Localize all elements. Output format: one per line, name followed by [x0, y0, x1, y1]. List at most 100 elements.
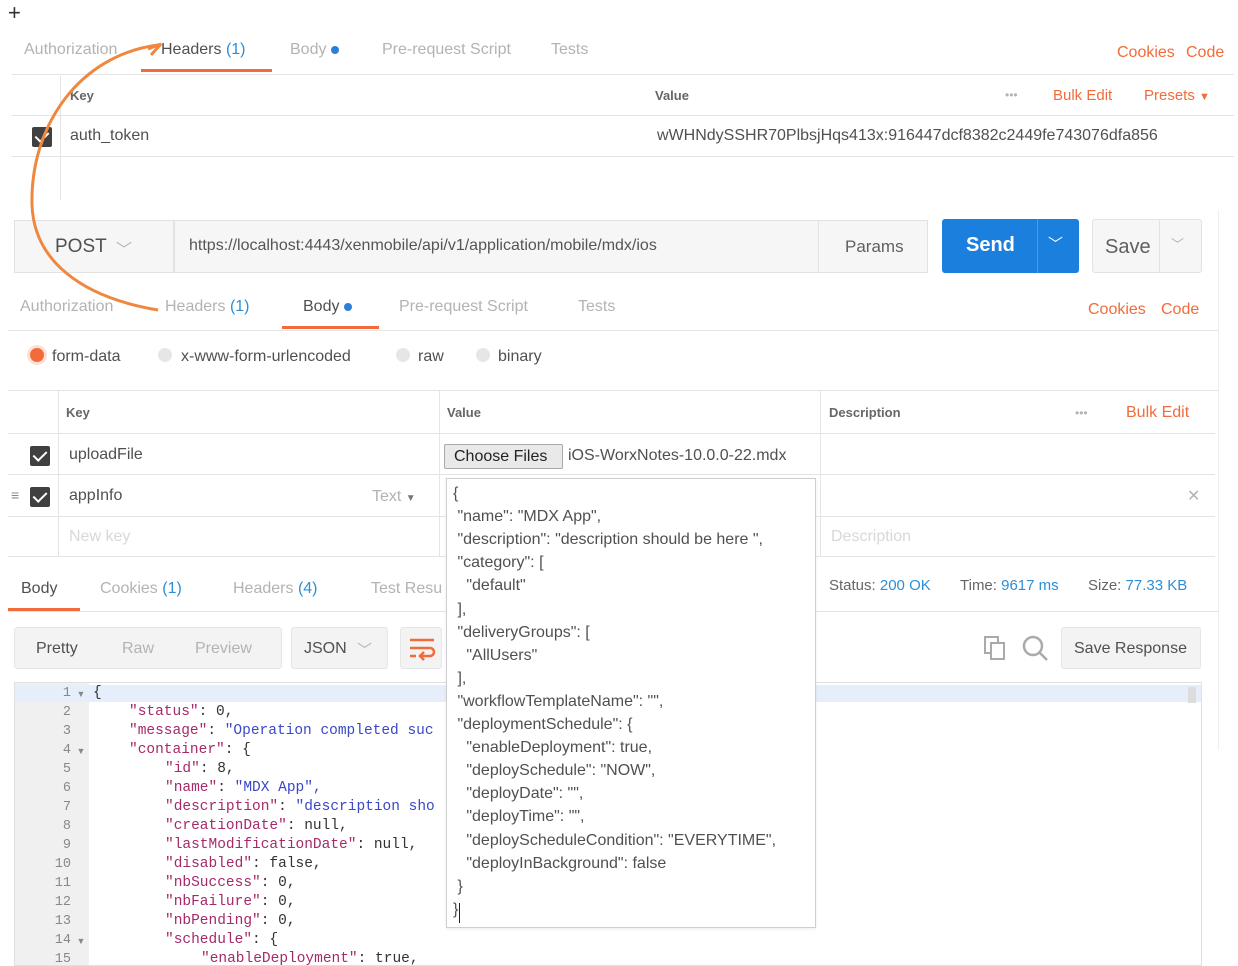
- line-number: 3: [62, 724, 71, 739]
- code-line: {: [93, 685, 102, 701]
- urlencoded-label[interactable]: x-www-form-urlencoded: [181, 348, 351, 366]
- form-key-cell[interactable]: appInfo: [69, 487, 122, 505]
- form-data-radio[interactable]: [30, 348, 44, 362]
- tab-tests[interactable]: Tests: [578, 298, 615, 316]
- form-key-cell[interactable]: uploadFile: [69, 446, 143, 464]
- tab-headers[interactable]: Headers (1): [165, 298, 250, 316]
- raw-label[interactable]: raw: [418, 348, 444, 366]
- fold-toggle-icon[interactable]: ▾: [45, 743, 85, 760]
- more-options-icon[interactable]: •••: [1005, 88, 1018, 102]
- json-value-popup[interactable]: { "name": "MDX App", "description": "des…: [446, 478, 816, 928]
- request-tabs: Authorization Headers (1) Body Pre-reque…: [0, 290, 1238, 330]
- headers-count: (1): [229, 298, 250, 315]
- form-data-label[interactable]: form-data: [52, 348, 120, 366]
- fold-toggle-icon[interactable]: ▾: [45, 686, 85, 703]
- editor-scrollbar[interactable]: [1188, 687, 1196, 703]
- chevron-down-icon[interactable]: ﹀: [1048, 233, 1063, 254]
- params-button[interactable]: Params: [818, 220, 928, 273]
- cookies-link[interactable]: Cookies: [1088, 301, 1146, 319]
- headers-table-header: Key Value ••• Bulk Edit Presets ▼: [12, 76, 1234, 116]
- send-label: Send: [966, 234, 1015, 256]
- code-line: "nbPending": 0,: [165, 913, 296, 929]
- raw-radio[interactable]: [396, 348, 410, 362]
- size-value: 77.33 KB: [1125, 577, 1188, 594]
- presets-dropdown[interactable]: Presets ▼: [1144, 87, 1210, 104]
- more-options-icon[interactable]: •••: [1075, 406, 1088, 420]
- drag-handle-icon[interactable]: ≡: [11, 487, 19, 503]
- response-tab-headers[interactable]: Headers (4): [233, 580, 318, 598]
- divider: [12, 156, 1234, 157]
- chevron-down-icon: ﹀: [116, 242, 133, 259]
- new-key-input[interactable]: New key: [69, 528, 130, 546]
- bulk-edit-link[interactable]: Bulk Edit: [1126, 404, 1189, 422]
- save-response-button[interactable]: Save Response: [1061, 627, 1201, 669]
- save-split-divider: [1159, 220, 1160, 272]
- chevron-down-icon[interactable]: ﹀: [1171, 234, 1184, 253]
- response-tab-body[interactable]: Body: [21, 580, 57, 598]
- copy-icon[interactable]: [984, 636, 1006, 660]
- search-icon[interactable]: [1021, 634, 1049, 662]
- field-type-dropdown[interactable]: Text ▼: [372, 488, 416, 506]
- plus-icon[interactable]: +: [8, 0, 21, 26]
- body-modified-dot: [344, 302, 353, 311]
- tab-body[interactable]: Body: [303, 298, 353, 316]
- line-number: 10: [54, 857, 71, 872]
- value-column-header: Value: [447, 405, 481, 420]
- binary-label[interactable]: binary: [498, 348, 542, 366]
- urlencoded-radio[interactable]: [158, 348, 172, 362]
- line-number: 7: [62, 800, 71, 815]
- json-line: {: [453, 485, 459, 502]
- json-line: "AllUsers": [453, 646, 538, 664]
- new-description-input[interactable]: Description: [831, 528, 911, 546]
- pretty-button[interactable]: Pretty: [36, 640, 78, 658]
- uploadfile-enabled-checkbox[interactable]: [30, 446, 50, 466]
- size-label: Size:: [1088, 577, 1122, 594]
- header-key-cell[interactable]: auth_token: [70, 127, 149, 145]
- tab-tests[interactable]: Tests: [551, 41, 588, 59]
- send-button[interactable]: Send ﹀: [942, 219, 1079, 273]
- response-tab-test-results[interactable]: Test Resu: [371, 580, 442, 598]
- response-headers-label: Headers: [233, 580, 294, 597]
- format-dropdown[interactable]: JSON ﹀: [291, 627, 388, 669]
- params-label: Params: [845, 237, 904, 256]
- tab-headers[interactable]: Headers (1): [161, 41, 246, 59]
- line-number: 9: [62, 838, 71, 853]
- time-label: Time:: [960, 577, 997, 594]
- fold-toggle-icon[interactable]: ▾: [45, 933, 85, 950]
- code-link[interactable]: Code: [1161, 301, 1199, 319]
- json-line: "enableDeployment": true,: [453, 739, 653, 757]
- response-tab-cookies[interactable]: Cookies (1): [100, 580, 182, 598]
- divider: [12, 115, 1234, 116]
- json-line: }: [453, 877, 463, 895]
- cookies-link[interactable]: Cookies: [1117, 44, 1175, 62]
- method-label: POST: [55, 236, 107, 257]
- save-response-label: Save Response: [1074, 640, 1187, 657]
- line-number: 12: [54, 895, 71, 910]
- wrap-lines-icon[interactable]: [400, 627, 442, 669]
- tab-authorization[interactable]: Authorization: [20, 298, 113, 316]
- method-dropdown[interactable]: POST ﹀: [14, 220, 174, 273]
- choose-files-button[interactable]: Choose Files: [444, 444, 563, 469]
- tab-prerequest[interactable]: Pre-request Script: [382, 41, 511, 59]
- appinfo-enabled-checkbox[interactable]: [30, 487, 50, 507]
- header-enabled-checkbox[interactable]: [32, 127, 52, 147]
- header-value-cell[interactable]: wWHNdySSHR70PlbsjHqs413x:916447dcf8382c2…: [657, 127, 1158, 145]
- remove-row-icon[interactable]: ✕: [1187, 486, 1200, 506]
- json-line: "deliveryGroups": [: [453, 623, 590, 641]
- json-line: ],: [453, 600, 467, 618]
- time-value: 9617 ms: [1001, 577, 1059, 594]
- bulk-edit-link[interactable]: Bulk Edit: [1053, 87, 1112, 104]
- preview-button[interactable]: Preview: [195, 640, 252, 658]
- key-column-header: Key: [66, 405, 90, 420]
- binary-radio[interactable]: [476, 348, 490, 362]
- code-link[interactable]: Code: [1186, 44, 1224, 62]
- view-mode-group: Pretty Raw Preview: [14, 627, 282, 669]
- raw-button[interactable]: Raw: [122, 640, 154, 658]
- save-button[interactable]: Save ﹀: [1092, 219, 1202, 273]
- code-line: "disabled": false,: [165, 856, 322, 872]
- tab-prerequest[interactable]: Pre-request Script: [399, 298, 528, 316]
- tab-body[interactable]: Body: [290, 41, 340, 59]
- url-input[interactable]: https://localhost:4443/xenmobile/api/v1/…: [174, 220, 819, 273]
- tab-authorization[interactable]: Authorization: [24, 41, 117, 59]
- line-number: 11: [54, 876, 71, 891]
